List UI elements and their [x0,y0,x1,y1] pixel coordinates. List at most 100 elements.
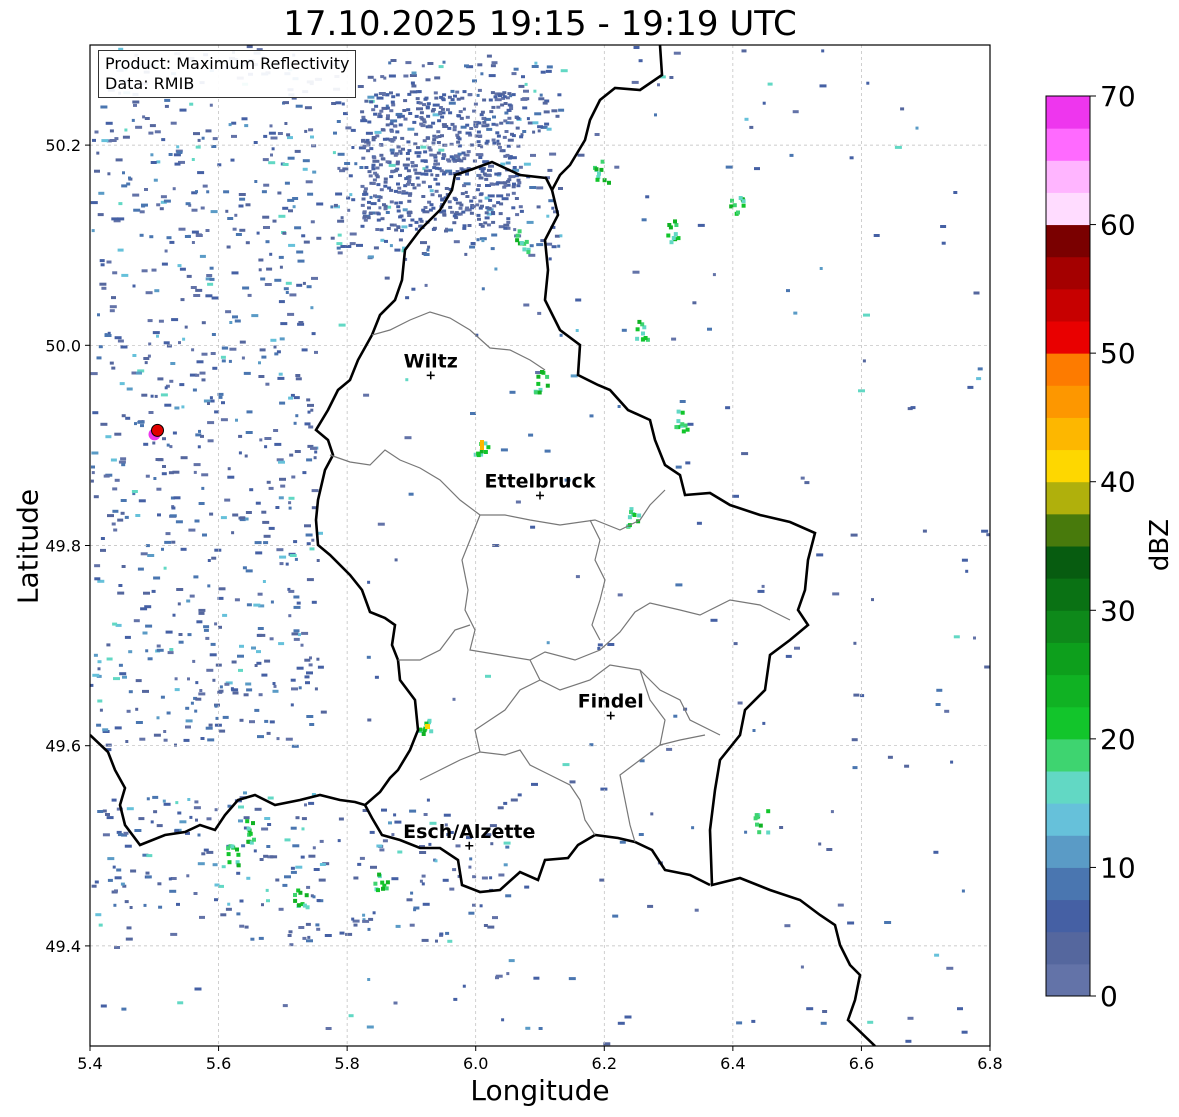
radar-echo-cell [209,266,214,270]
radar-echo-cell [393,153,398,157]
radar-echo-cell [310,306,314,310]
radar-echo-cell [330,236,335,240]
radar-echo-cell [163,566,167,570]
radar-echo-cell [849,156,854,160]
radar-echo-cell [394,558,398,562]
radar-echo-cell [575,575,580,579]
radar-echo-cell [91,884,97,888]
radar-echo-cell [412,186,417,190]
radar-echo-cell [245,431,253,434]
radar-echo-cell [311,276,318,280]
radar-echo-cell [416,154,421,158]
radar-echo-cell [675,583,683,587]
radar-echo-cell [290,826,297,830]
radar-echo-cell [819,267,823,270]
radar-echo-cell [126,926,132,930]
radar-echo-cell [933,850,939,854]
radar-echo-cell [239,899,244,903]
radar-echo-cell [276,548,284,552]
radar-echo-cell [235,233,242,236]
radar-echo-cell [263,134,268,138]
radar-echo-cell [525,1026,531,1030]
radar-echo-cell [168,877,172,881]
radar-echo-cell [414,171,422,175]
radar-echo-cell [278,372,283,376]
radar-echo-cell [560,69,568,73]
radar-echo-cell [483,221,488,225]
radar-echo-cell [117,591,125,595]
radar-echo-cell [953,191,958,194]
radar-echo-cell [304,106,312,110]
radar-echo-cell [515,126,520,130]
radar-echo-cell [262,158,269,162]
radar-echo-cell [288,614,292,618]
radar-echo-cell [298,890,303,895]
radar-echo-cell [505,894,512,898]
radar-echo-cell [319,863,326,866]
radar-echo-cell [438,65,444,69]
radar-echo-cell [314,350,318,354]
radar-echo-cell [152,795,159,799]
radar-echo-cell [310,408,314,412]
radar-echo-cell [414,114,419,118]
radar-echo-cell [174,688,180,692]
radar-echo-cell [201,136,205,140]
radar-echo-cell [383,207,388,211]
radar-echo-cell [419,851,427,854]
radar-echo-cell [894,145,902,149]
radar-echo-cell [380,75,385,79]
radar-echo-cell [96,356,102,360]
radar-echo-cell [141,393,148,397]
radar-echo-cell [369,100,374,104]
radar-echo-cell [440,115,445,119]
radar-echo-cell [384,276,390,280]
radar-echo-cell [301,348,308,352]
radar-echo-cell [133,208,141,212]
x-tick-label: 5.6 [206,1054,231,1073]
radar-echo-cell [452,868,457,872]
radar-echo-cell [391,103,396,107]
radar-echo-cell [624,1015,632,1019]
radar-echo-cell [238,451,242,455]
radar-echo-cell [401,147,405,151]
radar-echo-cell [210,210,218,214]
radar-echo-cell [347,208,351,212]
radar-echo-cell [364,166,369,169]
radar-echo-cell [379,228,384,232]
radar-echo-cell [391,833,395,837]
radar-echo-cell [102,833,110,837]
radar-echo-cell [526,250,531,255]
radar-echo-cell [492,115,496,119]
radar-echo-cell [125,416,131,420]
radar-echo-cell [118,663,123,667]
radar-echo-cell [408,492,414,496]
radar-echo-cell [144,188,148,191]
radar-echo-cell [465,115,470,119]
radar-echo-cell [442,209,447,213]
radar-echo-cell [202,184,208,188]
radar-echo-cell [255,501,261,505]
radar-echo-cell [935,703,941,706]
radar-echo-cell [163,730,167,733]
radar-echo-cell [169,889,177,893]
radar-echo-cell [106,260,112,264]
radar-echo-cell [526,220,534,224]
radar-echo-cell [507,103,512,107]
radar-echo-cell [426,248,430,252]
radar-echo-cell [131,490,138,493]
radar-echo-cell [169,240,175,244]
radar-echo-cell [464,190,468,194]
radar-echo-cell [128,650,133,654]
radar-echo-cell [209,277,215,281]
city-label: Findel [578,691,644,713]
radar-echo-cell [380,217,385,221]
x-tick-label: 6.8 [977,1054,1002,1073]
radar-echo-cell [767,82,773,86]
radar-echo-cell [389,244,393,248]
radar-echo-cell [507,178,512,182]
radar-echo-cell [476,184,481,187]
radar-echo-cell [201,378,206,382]
radar-echo-cell [447,95,452,99]
radar-echo-cell [401,190,406,194]
radar-echo-cell [239,340,246,344]
